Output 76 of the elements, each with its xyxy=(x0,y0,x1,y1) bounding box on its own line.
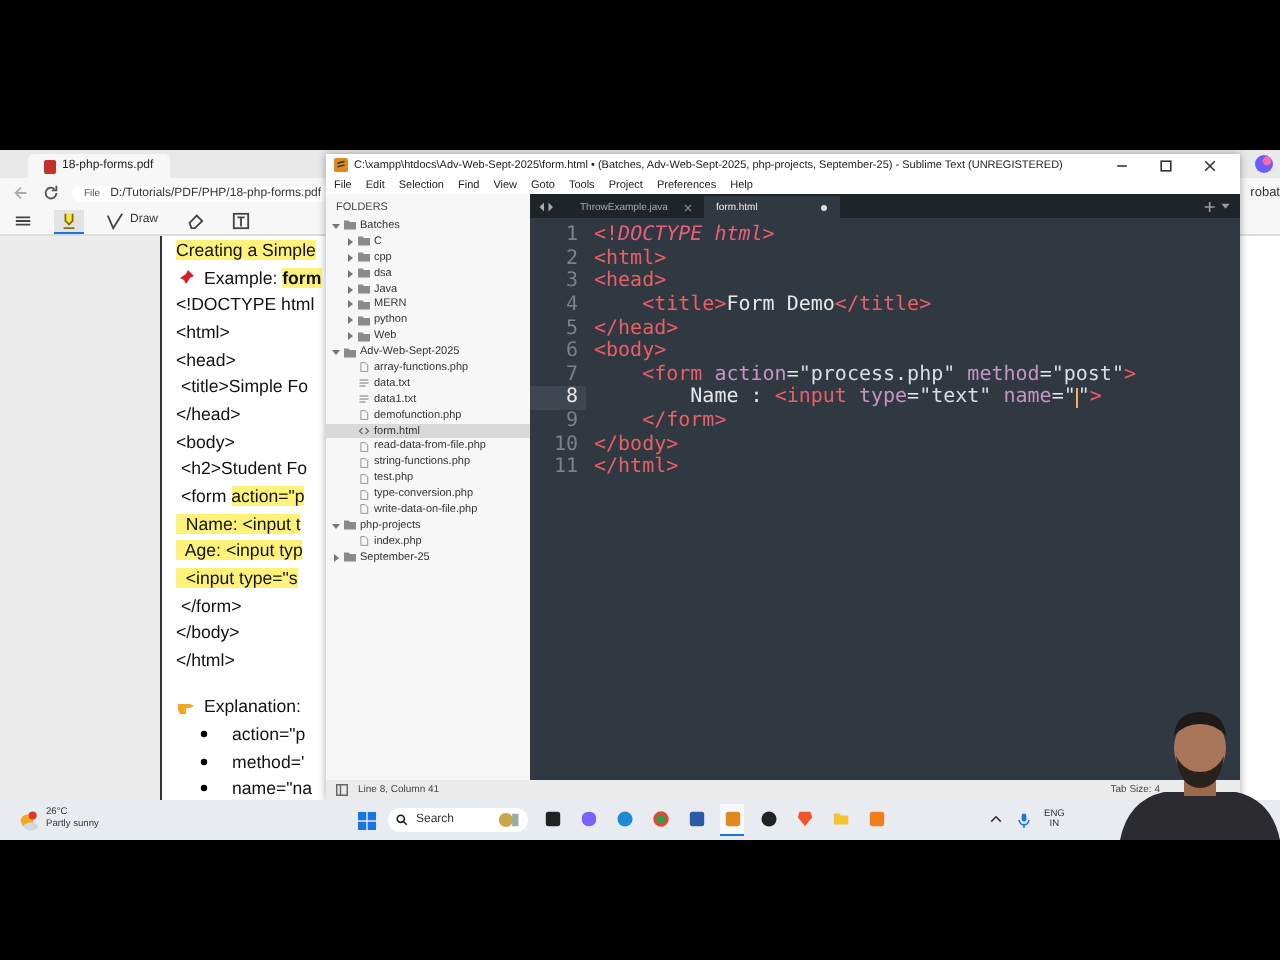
text-box-icon xyxy=(232,211,251,229)
refresh-icon[interactable] xyxy=(42,184,60,202)
code-line: <body> xyxy=(592,340,667,363)
line-number: 6 xyxy=(563,339,580,364)
document-text: <h2>Student Fo xyxy=(178,458,308,479)
document-text: </head> xyxy=(176,403,241,424)
panel-icon[interactable] xyxy=(336,784,348,796)
line-number: 4 xyxy=(563,293,580,317)
line-number: 7 xyxy=(563,363,580,387)
code-line: <head> xyxy=(592,270,667,293)
eraser-icon xyxy=(186,211,205,229)
code-line: <title>Form Demo</title> xyxy=(640,294,932,317)
document-text: Age: <input typ xyxy=(176,540,303,561)
document-text: <input type="s xyxy=(176,568,298,589)
chevron-up-icon[interactable] xyxy=(988,812,1004,828)
document-text: Name: <input t xyxy=(176,513,301,534)
bullet-icon xyxy=(200,730,208,739)
bullet-icon xyxy=(200,784,208,793)
caret-icon xyxy=(332,521,340,530)
caret-icon xyxy=(332,553,340,562)
document-text: <body> xyxy=(176,431,235,452)
line-number: 1 xyxy=(563,224,580,248)
line-number: 8 xyxy=(530,386,586,410)
line-number: 10 xyxy=(551,432,580,456)
document-text: <!DOCTYPE html xyxy=(176,294,315,315)
document-icon xyxy=(44,159,56,173)
bullet-icon xyxy=(200,757,208,766)
lines-icon xyxy=(358,378,370,389)
tab-arrows-icon[interactable] xyxy=(538,202,556,212)
line-number: 11 xyxy=(551,455,580,480)
file-icon xyxy=(358,362,370,373)
weather-icon[interactable] xyxy=(18,809,40,831)
assistant-icon[interactable] xyxy=(1254,154,1274,174)
dot-icon[interactable] xyxy=(820,203,828,211)
pin-icon xyxy=(176,267,196,288)
line-number: 2 xyxy=(563,247,580,271)
maximize-icon[interactable] xyxy=(1158,157,1174,173)
list-icon xyxy=(14,211,32,229)
file-icon xyxy=(358,536,370,547)
new-tab-icon[interactable] xyxy=(1204,202,1232,212)
close-icon[interactable] xyxy=(1202,157,1218,173)
document-text: Example: form xyxy=(204,267,322,288)
microphone-icon[interactable] xyxy=(1016,812,1032,828)
document-text: <title>Simple Fo xyxy=(178,376,309,397)
document-text: name="na xyxy=(232,778,313,799)
code-line: </html> xyxy=(592,456,679,479)
app-icon xyxy=(334,158,348,172)
code-line: <html> xyxy=(592,247,667,270)
code-line: Name : <input type="text" name=""> xyxy=(688,386,1102,409)
line-number: 9 xyxy=(563,409,580,433)
highlight-tool[interactable] xyxy=(54,209,84,233)
document-text: </body> xyxy=(176,622,240,643)
file-icon xyxy=(358,410,370,421)
document-text: <form action="p xyxy=(178,486,305,507)
document-text: Explanation: xyxy=(204,696,301,717)
document-text: </form> xyxy=(178,595,242,616)
document-text: method=' xyxy=(232,751,305,772)
document-text: action="p xyxy=(232,724,306,745)
code-line: </body> xyxy=(592,433,679,456)
code-line: </head> xyxy=(592,317,679,340)
document-text: <head> xyxy=(176,349,236,370)
angle-brackets-icon xyxy=(358,426,370,437)
search-icon xyxy=(396,814,408,826)
document-text: Creating a Simple xyxy=(176,239,316,260)
line-number: 3 xyxy=(563,270,580,294)
code-line: <!DOCTYPE html> xyxy=(592,224,775,247)
folder-icon xyxy=(344,520,356,531)
document-text: </html> xyxy=(176,650,235,671)
code-line: </form> xyxy=(640,410,727,433)
lines-icon xyxy=(358,394,370,405)
code-line: <form action="process.php" method="post"> xyxy=(640,363,1136,386)
document-text: <html> xyxy=(176,321,230,342)
highlighter-icon xyxy=(60,211,78,229)
start-icon[interactable] xyxy=(358,811,376,829)
folder-icon xyxy=(344,552,356,563)
line-number: 5 xyxy=(563,316,580,340)
